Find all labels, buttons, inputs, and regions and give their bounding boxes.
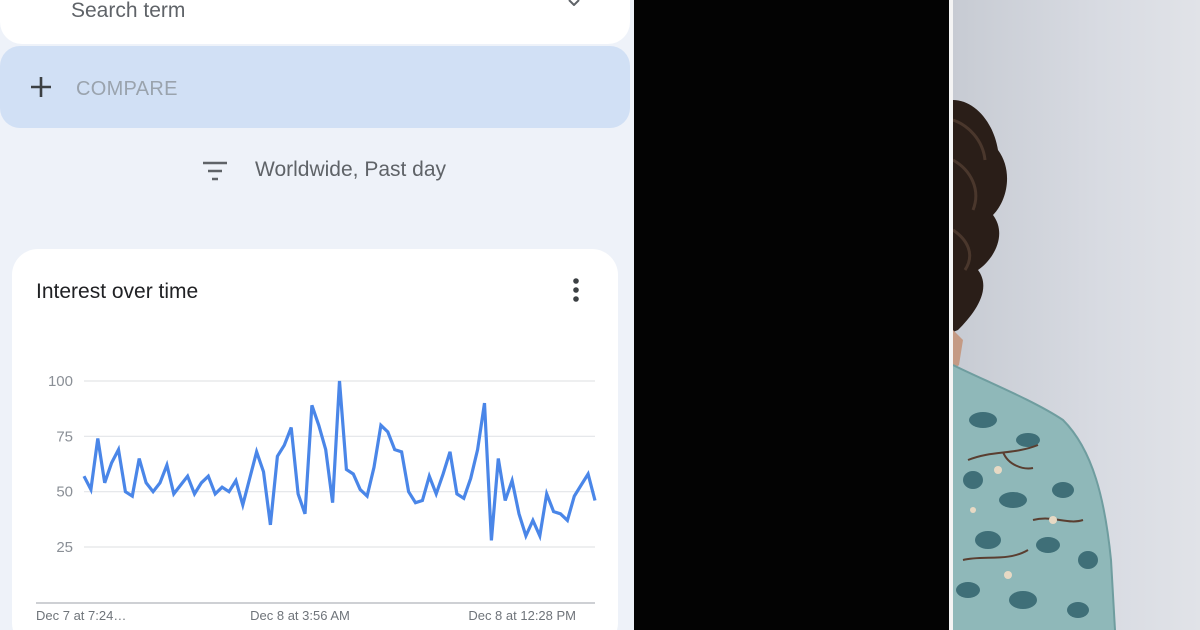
filter-row[interactable]: Worldwide, Past day xyxy=(0,130,634,212)
interest-over-time-card: Interest over time 100 75 50 25 Dec 7 at 7:… xyxy=(12,249,618,630)
chevron-down-icon[interactable] xyxy=(568,0,580,6)
compare-button[interactable]: COMPARE xyxy=(0,46,630,128)
person-photo xyxy=(953,0,1200,630)
filter-icon xyxy=(203,161,227,181)
google-trends-screen: Search term COMPARE Worldwide, Past day … xyxy=(0,0,634,630)
compare-label: COMPARE xyxy=(76,78,178,100)
y-tick-label: 100 xyxy=(48,373,73,390)
x-tick-label: Dec 8 at 12:28 PM xyxy=(468,608,576,623)
search-input[interactable]: Search term xyxy=(71,0,185,21)
y-tick-label: 25 xyxy=(56,539,73,556)
filter-label: Worldwide, Past day xyxy=(255,158,447,181)
line-chart: 100 75 50 25 Dec 7 at 7:24… Dec 8 at 3:56 AM… xyxy=(36,373,597,623)
y-tick-label: 75 xyxy=(56,428,73,445)
x-tick-label: Dec 7 at 7:24… xyxy=(36,608,126,623)
y-tick-label: 50 xyxy=(56,484,73,501)
black-background-panel xyxy=(634,0,950,630)
interest-series-line xyxy=(82,380,597,542)
plus-icon xyxy=(31,77,51,97)
x-tick-label: Dec 8 at 3:56 AM xyxy=(250,608,350,623)
search-card[interactable]: Search term xyxy=(0,0,630,44)
person-illustration xyxy=(953,100,1116,630)
